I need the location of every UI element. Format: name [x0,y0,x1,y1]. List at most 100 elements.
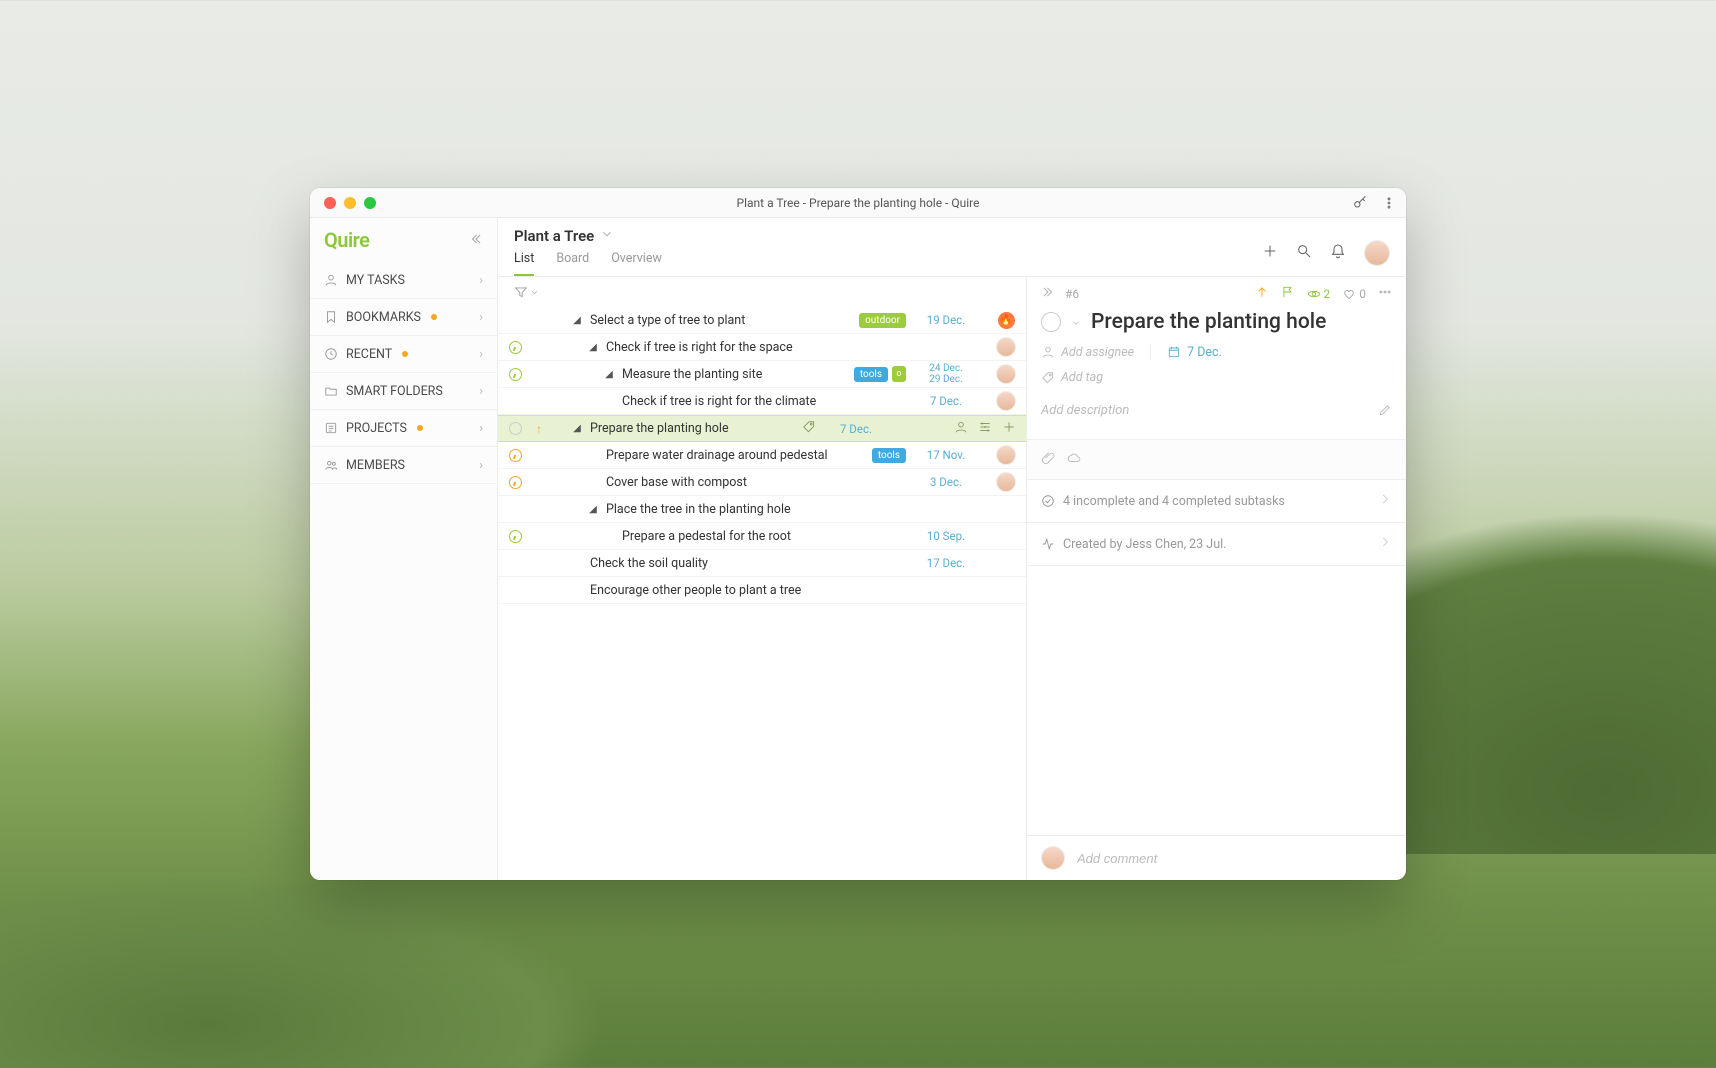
task-row[interactable]: Encourage other people to plant a tree [498,577,1026,604]
key-icon[interactable] [1352,195,1368,211]
sidebar-item-members[interactable]: MEMBERS› [310,447,497,484]
task-date[interactable]: 7 Dec. [906,394,986,408]
task-row[interactable]: Cover base with compost3 Dec. [498,469,1026,496]
sidebar-item-smart-folders[interactable]: SMART FOLDERS› [310,373,497,410]
expand-toggle-icon[interactable]: ◢ [586,342,600,353]
filter-icon[interactable] [514,285,539,299]
subtasks-summary-row[interactable]: 4 incomplete and 4 completed subtasks [1027,480,1406,523]
detail-title[interactable]: Prepare the planting hole [1091,310,1326,334]
sidebar-item-label: RECENT [346,347,392,362]
task-title: Encourage other people to plant a tree [590,583,801,598]
assignee-avatar[interactable] [996,364,1016,384]
status-open-icon[interactable] [509,422,522,435]
tab-list[interactable]: List [514,251,534,276]
complete-toggle[interactable] [1041,312,1061,332]
task-row[interactable]: Prepare a pedestal for the root10 Sep. [498,523,1026,550]
task-row[interactable]: ◢ Check if tree is right for the space [498,334,1026,361]
tab-overview[interactable]: Overview [611,251,662,276]
status-timer-icon[interactable] [509,530,522,543]
assignee-avatar[interactable] [996,472,1016,492]
app-logo[interactable]: Quire [324,228,369,252]
status-timer-icon[interactable] [509,476,522,489]
task-row[interactable]: ↑◢Prepare the planting hole7 Dec. [498,415,1026,442]
task-row[interactable]: ◢ Select a type of tree to plant outdoor19… [498,307,1026,334]
notification-dot [431,314,437,320]
task-title: Measure the planting site [622,367,762,382]
task-title: Select a type of tree to plant [590,313,745,328]
expand-toggle-icon[interactable]: ◢ [570,315,584,326]
project-title[interactable]: Plant a Tree [514,227,594,245]
tab-board[interactable]: Board [556,251,589,276]
task-date[interactable]: 24 Dec.29 Dec. [906,363,986,385]
comment-bar [1027,835,1406,880]
comment-input[interactable] [1077,851,1392,866]
due-date-field[interactable]: 7 Dec. [1167,345,1222,360]
flag-icon[interactable] [1281,285,1295,302]
expand-toggle-icon[interactable]: ◢ [602,369,616,380]
task-row[interactable]: Check if tree is right for the climate7 … [498,388,1026,415]
chevron-right-icon [1378,492,1392,510]
task-date[interactable]: 17 Dec. [906,556,986,570]
sidebar-item-bookmarks[interactable]: BOOKMARKS› [310,299,497,336]
options-icon[interactable] [978,420,992,438]
tag-icon[interactable] [802,420,816,438]
assignee-field[interactable]: Add assignee [1041,345,1134,360]
task-date[interactable]: 7 Dec. [816,422,896,436]
status-timer-icon[interactable] [509,368,522,381]
detail-more-icon[interactable] [1378,285,1392,302]
sidebar-item-projects[interactable]: PROJECTS› [310,410,497,447]
likes-count[interactable]: 0 [1342,287,1366,301]
more-menu-icon[interactable] [1382,196,1396,210]
task-date[interactable]: 3 Dec. [906,475,986,489]
task-date[interactable]: 10 Sep. [906,529,986,543]
sidebar-item-label: SMART FOLDERS [346,384,443,399]
chevron-down-icon[interactable] [1071,313,1081,332]
activity-row[interactable]: Created by Jess Chen, 23 Jul. [1027,523,1406,566]
assignee-avatar[interactable] [996,391,1016,411]
collapse-detail-icon[interactable] [1041,285,1055,302]
status-timer-icon[interactable] [509,449,522,462]
assign-icon[interactable] [954,420,968,438]
priority-up-icon[interactable] [1255,285,1269,302]
add-subtask-icon[interactable] [1002,420,1016,438]
project-menu-chevron-icon[interactable] [600,226,614,245]
expand-toggle-icon[interactable]: ◢ [586,504,600,515]
description-field[interactable]: Add description [1041,403,1129,421]
task-title: Check if tree is right for the space [606,340,793,355]
assignee-avatar[interactable] [996,445,1016,465]
task-id: #6 [1065,287,1079,301]
assignee-avatar[interactable] [996,337,1016,357]
attachment-icon[interactable] [1041,450,1055,469]
task-date[interactable]: 19 Dec. [906,313,986,327]
status-timer-icon[interactable] [509,341,522,354]
sidebar-item-my-tasks[interactable]: MY TASKS› [310,262,497,299]
notification-dot [402,351,408,357]
app-window: Plant a Tree - Prepare the planting hole… [310,188,1406,880]
chevron-right-icon [1378,535,1392,553]
chevron-right-icon: › [479,310,483,325]
sidebar-item-label: PROJECTS [346,421,407,436]
tag-field[interactable]: Add tag [1027,368,1406,395]
task-row[interactable]: Check the soil quality17 Dec. [498,550,1026,577]
cloud-upload-icon[interactable] [1067,450,1081,469]
search-icon[interactable] [1296,243,1312,263]
task-row[interactable]: ◢ Measure the planting site toolso24 Dec.2… [498,361,1026,388]
followers-count[interactable]: 2 [1307,287,1331,301]
task-row[interactable]: ◢ Place the tree in the planting hole [498,496,1026,523]
notifications-icon[interactable] [1330,243,1346,263]
user-avatar[interactable] [1364,240,1390,266]
tag-badge[interactable]: tools [854,367,888,382]
tag-badge[interactable]: tools [872,448,906,463]
expand-toggle-icon[interactable]: ◢ [570,423,584,434]
tag-badge[interactable]: o [892,366,906,382]
add-task-icon[interactable] [1262,243,1278,263]
collapse-sidebar-icon[interactable] [469,231,483,250]
task-date[interactable]: 17 Nov. [906,448,986,462]
chevron-right-icon: › [479,273,483,288]
notification-dot [417,425,423,431]
tag-badge[interactable]: outdoor [859,313,906,328]
task-row[interactable]: Prepare water drainage around pedestalto… [498,442,1026,469]
sidebar-item-recent[interactable]: RECENT› [310,336,497,373]
edit-description-icon[interactable] [1378,403,1392,421]
task-title: Place the tree in the planting hole [606,502,791,517]
